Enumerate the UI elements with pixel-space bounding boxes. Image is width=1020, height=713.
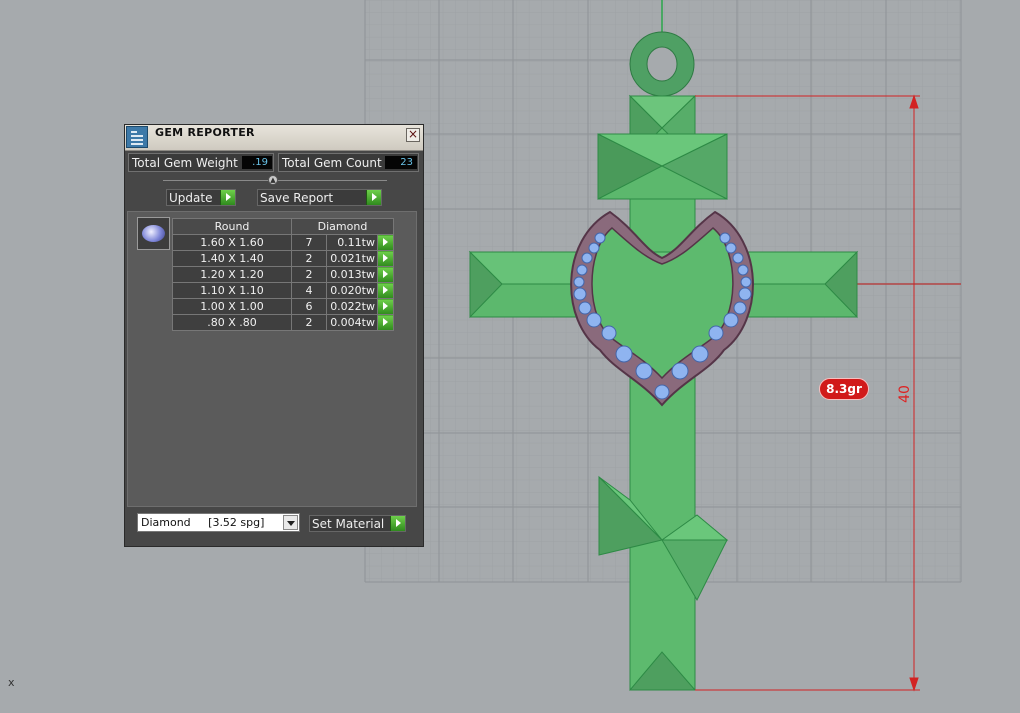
- total-gem-count: Total Gem Count 23: [278, 153, 419, 172]
- gem-table: Round Diamond 1.60 X 1.60 7 0.11tw 1.40 …: [172, 218, 394, 331]
- gem-count: 2: [291, 266, 327, 283]
- total-gem-weight-label: Total Gem Weight: [132, 156, 238, 170]
- play-icon[interactable]: [390, 516, 405, 531]
- bail-ring: [629, 31, 695, 97]
- gem-count: 2: [291, 250, 327, 267]
- gem-size: 1.10 X 1.10: [172, 282, 292, 299]
- gem-weight: 0.021tw: [326, 250, 378, 267]
- gem-weight: 0.013tw: [326, 266, 378, 283]
- update-button[interactable]: Update: [166, 189, 236, 206]
- gem-reporter-icon: [126, 126, 148, 148]
- total-gem-weight: Total Gem Weight .19: [128, 153, 274, 172]
- gem-count: 4: [291, 282, 327, 299]
- gem-size: .80 X .80: [172, 314, 292, 331]
- gem-weight: 0.022tw: [326, 298, 378, 315]
- gem-weight: 0.11tw: [326, 234, 378, 251]
- material-select-value: Diamond [3.52 spg]: [141, 516, 265, 529]
- dimension-label: 40: [897, 385, 913, 403]
- table-row: 1.20 X 1.20 2 0.013tw: [172, 266, 394, 283]
- set-material-button-label: Set Material: [312, 517, 385, 531]
- gem-list-area: Round Diamond 1.60 X 1.60 7 0.11tw 1.40 …: [127, 211, 417, 507]
- save-report-button-label: Save Report: [260, 191, 334, 205]
- select-row-icon[interactable]: [377, 250, 394, 267]
- material-select[interactable]: Diamond [3.52 spg]: [137, 513, 300, 532]
- select-row-icon[interactable]: [377, 314, 394, 331]
- gem-weight: 0.020tw: [326, 282, 378, 299]
- panel-title: GEM REPORTER: [155, 126, 255, 139]
- metal-weight-badge: 8.3gr: [819, 378, 869, 400]
- chevron-down-icon[interactable]: [283, 515, 298, 530]
- table-row: 1.00 X 1.00 6 0.022tw: [172, 298, 394, 315]
- update-button-label: Update: [169, 191, 213, 205]
- round-gem-icon[interactable]: [137, 217, 170, 250]
- gem-size: 1.40 X 1.40: [172, 250, 292, 267]
- table-row: 1.60 X 1.60 7 0.11tw: [172, 234, 394, 251]
- panel-titlebar[interactable]: GEM REPORTER ×: [125, 125, 423, 151]
- select-row-icon[interactable]: [377, 234, 394, 251]
- gem-size: 1.20 X 1.20: [172, 266, 292, 283]
- table-row: 1.40 X 1.40 2 0.021tw: [172, 250, 394, 267]
- gem-count: 2: [291, 314, 327, 331]
- gem-size: 1.00 X 1.00: [172, 298, 292, 315]
- play-icon[interactable]: [366, 190, 381, 205]
- select-row-icon[interactable]: [377, 282, 394, 299]
- total-gem-weight-value: .19: [242, 156, 272, 169]
- close-icon[interactable]: ×: [406, 128, 420, 142]
- axis-x-label: x: [8, 676, 15, 689]
- header-material: Diamond: [291, 218, 394, 235]
- gem-count: 6: [291, 298, 327, 315]
- table-row: 1.10 X 1.10 4 0.020tw: [172, 282, 394, 299]
- total-gem-count-value: 23: [385, 156, 417, 169]
- save-report-button[interactable]: Save Report: [257, 189, 382, 206]
- play-icon[interactable]: [220, 190, 235, 205]
- select-row-icon[interactable]: [377, 298, 394, 315]
- header-shape: Round: [172, 218, 292, 235]
- select-row-icon[interactable]: [377, 266, 394, 283]
- gem-weight: 0.004tw: [326, 314, 378, 331]
- total-gem-count-label: Total Gem Count: [282, 156, 382, 170]
- gem-size: 1.60 X 1.60: [172, 234, 292, 251]
- set-material-button[interactable]: Set Material: [309, 515, 406, 532]
- gem-reporter-panel: GEM REPORTER × Total Gem Weight .19 Tota…: [124, 124, 424, 547]
- gem-count: 7: [291, 234, 327, 251]
- collapse-icon[interactable]: ▲: [268, 175, 278, 185]
- table-row: .80 X .80 2 0.004tw: [172, 314, 394, 331]
